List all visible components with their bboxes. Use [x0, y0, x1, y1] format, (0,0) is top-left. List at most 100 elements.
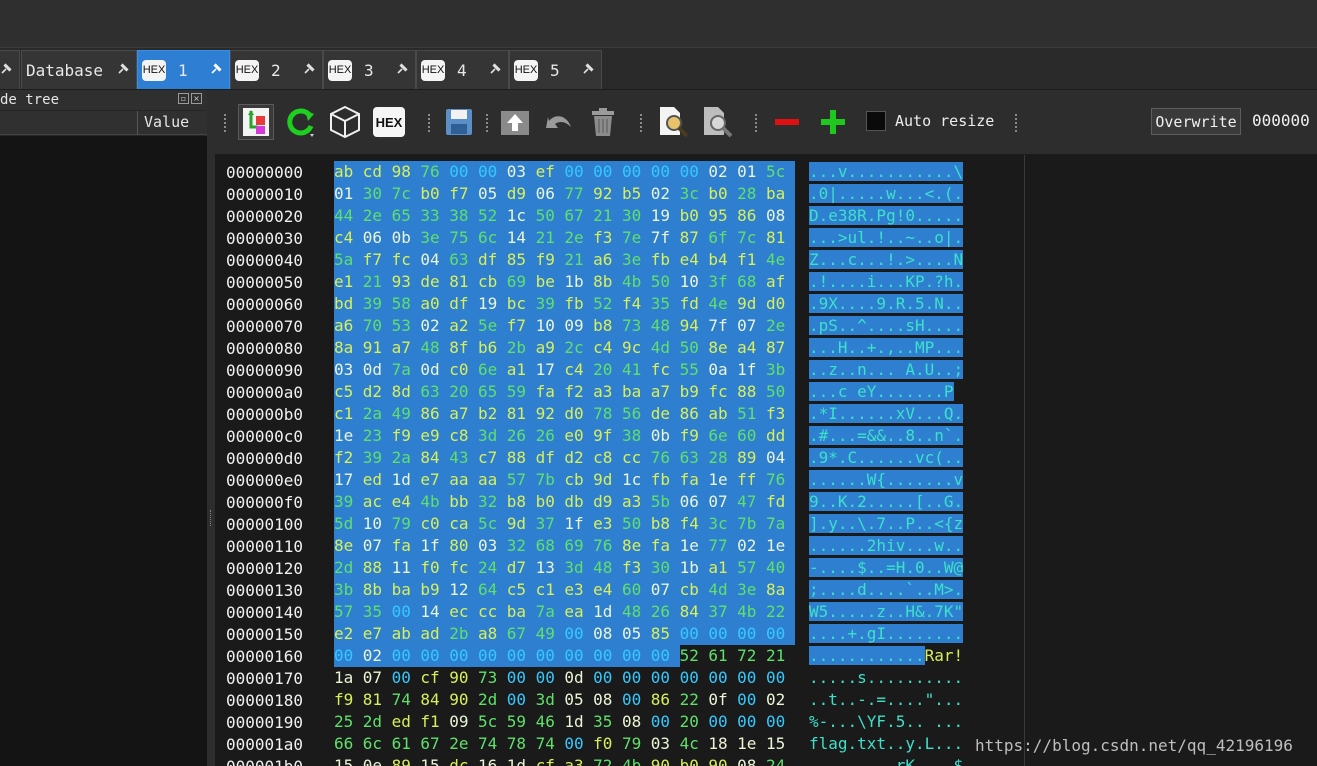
hex-byte[interactable]: df	[535, 447, 565, 469]
hex-byte[interactable]: 85	[506, 249, 536, 271]
panel-splitter[interactable]	[207, 90, 215, 766]
hex-byte[interactable]: d2	[362, 381, 392, 403]
hex-row[interactable]: f2 39 2a 84 43 c7 88 df d2 c8 cc 76 63 28 89 04	[334, 447, 799, 469]
hex-byte[interactable]: fb	[564, 293, 594, 315]
ascii-row[interactable]: .........rK....$	[809, 755, 1019, 766]
hex-byte[interactable]: ad	[420, 623, 450, 645]
hex-byte[interactable]: 0a	[708, 359, 738, 381]
hex-byte[interactable]: be	[535, 271, 565, 293]
hex-byte[interactable]: 89	[737, 447, 766, 469]
hex-byte[interactable]: 50	[535, 205, 565, 227]
hex-byte[interactable]: 39	[535, 293, 565, 315]
ascii-row[interactable]: .*I......xV...Q.	[809, 403, 1019, 425]
hex-byte[interactable]: f7	[362, 249, 392, 271]
hex-byte[interactable]: a8	[477, 623, 507, 645]
tab-hex-3[interactable]: HEX 3	[323, 50, 416, 89]
hex-row[interactable]: 03 0d 7a 0d c0 6e a1 17 c4 20 41 fc 55 0a 1f 3b	[334, 359, 799, 381]
hex-byte[interactable]: 15	[766, 733, 795, 755]
hex-byte[interactable]: c7	[477, 447, 507, 469]
hex-byte[interactable]: 14	[420, 601, 450, 623]
hex-byte[interactable]: 76	[650, 447, 680, 469]
hex-byte[interactable]: 00	[536, 667, 565, 689]
hex-byte[interactable]: 00	[477, 645, 507, 667]
hex-byte[interactable]: fd	[765, 491, 795, 513]
hex-byte[interactable]: 1e	[679, 535, 709, 557]
hex-byte[interactable]: 86	[651, 689, 680, 711]
hex-byte[interactable]: c8	[593, 447, 622, 469]
hex-byte[interactable]: 12	[449, 579, 478, 601]
hex-byte[interactable]: 70	[362, 315, 392, 337]
hex-byte[interactable]: f0	[420, 557, 450, 579]
ascii-text[interactable]: D.e38R.Pg!0.....	[809, 206, 964, 225]
hex-byte[interactable]: 55	[679, 359, 709, 381]
hex-byte[interactable]: f2	[564, 381, 594, 403]
hex-row[interactable]: 25 2d ed f1 09 5c 59 46 1d 35 08 00 20 00 00 00	[334, 711, 799, 733]
ascii-text[interactable]: ......W{.......v	[809, 470, 964, 489]
hex-byte[interactable]: 22	[765, 601, 795, 623]
hex-byte[interactable]: 77	[564, 183, 594, 205]
hex-byte[interactable]: 00	[420, 645, 450, 667]
hex-byte[interactable]: 06	[362, 227, 392, 249]
hex-byte[interactable]: 02	[650, 183, 680, 205]
hex-byte[interactable]: f2	[334, 447, 363, 469]
hex-byte[interactable]: 26	[535, 425, 565, 447]
hex-row[interactable]: e1 21 93 de 81 cb 69 be 1b 8b 4b 50 10 3f 68 af	[334, 271, 799, 293]
hex-byte[interactable]: 00	[679, 623, 709, 645]
hex-byte[interactable]: ec	[449, 601, 478, 623]
hex-byte[interactable]: b4	[708, 249, 738, 271]
hex-byte[interactable]: 51	[737, 403, 766, 425]
hex-byte[interactable]: cd	[362, 161, 392, 183]
hex-byte[interactable]: 81	[363, 689, 392, 711]
column-header-name[interactable]	[0, 111, 138, 135]
hex-byte[interactable]: 4e	[765, 249, 795, 271]
hex-byte[interactable]: 86	[420, 403, 450, 425]
hex-byte[interactable]: d7	[506, 557, 536, 579]
hex-byte[interactable]: 00	[564, 733, 593, 755]
hex-byte[interactable]: 06	[535, 183, 565, 205]
hex-byte[interactable]: 00	[708, 667, 737, 689]
hex-byte[interactable]: e9	[420, 425, 450, 447]
hex-byte[interactable]: 00	[477, 161, 507, 183]
hex-byte[interactable]: 02	[766, 689, 795, 711]
hex-byte[interactable]: d0	[765, 293, 795, 315]
hex-byte[interactable]: 4b	[622, 755, 651, 766]
hex-byte[interactable]: 90	[449, 689, 478, 711]
ascii-row[interactable]: .....s..........	[809, 667, 1019, 689]
hex-byte[interactable]: 80	[449, 535, 478, 557]
hex-byte[interactable]: 69	[506, 271, 536, 293]
hex-byte[interactable]: f4	[679, 513, 709, 535]
pin-icon[interactable]	[581, 62, 595, 76]
hex-byte[interactable]: 49	[391, 403, 421, 425]
hex-byte[interactable]: ff	[737, 469, 766, 491]
hex-byte[interactable]: 10	[362, 513, 392, 535]
hex-byte[interactable]: 07	[737, 315, 766, 337]
hex-byte[interactable]: 20	[593, 359, 622, 381]
ascii-row[interactable]: ...H..+.,..MP...	[809, 337, 1019, 359]
hex-byte[interactable]: 38	[449, 205, 478, 227]
hex-byte[interactable]: 15	[420, 755, 449, 766]
hex-byte[interactable]: 1d	[507, 755, 536, 766]
ascii-text[interactable]: 9..K.2.....[..G.	[809, 492, 964, 511]
hex-byte[interactable]: f3	[621, 557, 651, 579]
hex-row[interactable]: 5a f7 fc 04 63 df 85 f9 21 a6 3e fb e4 b4 f1 4e	[334, 249, 799, 271]
pin-icon[interactable]	[209, 62, 223, 76]
hex-byte[interactable]: 4e	[708, 293, 738, 315]
hex-byte[interactable]: 67	[420, 733, 449, 755]
hex-byte[interactable]: 98	[391, 161, 421, 183]
hex-byte[interactable]: 52	[680, 645, 709, 667]
hex-byte[interactable]: 24	[766, 755, 795, 766]
hex-byte[interactable]: 00	[650, 645, 680, 667]
hex-byte[interactable]: 03	[506, 161, 536, 183]
hex-byte[interactable]: 76	[593, 535, 622, 557]
hex-byte[interactable]: 0b	[391, 227, 421, 249]
hex-byte[interactable]: 56	[621, 403, 651, 425]
hex-byte[interactable]: 35	[593, 711, 622, 733]
ascii-row[interactable]: 9..K.2.....[..G.	[809, 491, 1019, 513]
hex-byte[interactable]: c8	[449, 425, 478, 447]
hex-byte[interactable]: 76	[420, 161, 450, 183]
hex-byte[interactable]: 1c	[621, 469, 651, 491]
hex-byte[interactable]: fd	[679, 293, 709, 315]
hex-byte[interactable]: 21	[362, 271, 392, 293]
hex-byte[interactable]: 00	[593, 667, 622, 689]
hex-byte[interactable]: 28	[737, 183, 766, 205]
